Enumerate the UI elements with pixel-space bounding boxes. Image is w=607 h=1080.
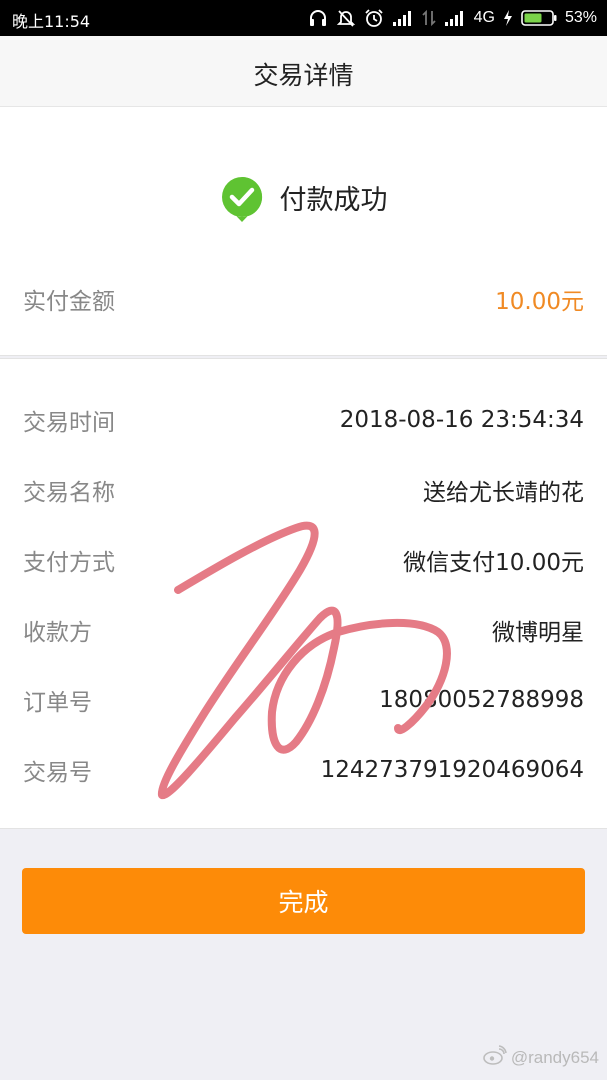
payment-status-text: 付款成功 [279,184,388,216]
detail-row-payment-method: 支付方式 微信支付10.00元 [23,540,584,580]
signal-icon [392,9,414,27]
detail-value: 2018-08-16 23:54:34 [339,407,584,433]
amount-value: 10.00元 [495,289,584,315]
status-icons: 4G 53% [308,6,597,30]
watermark-text: @randy654 [510,1047,599,1067]
weibo-icon [483,1045,507,1070]
amount-row: 实付金额 10.00元 [23,279,584,319]
detail-row-payee: 收款方 微博明星 [23,610,584,650]
detail-label: 支付方式 [23,550,115,576]
detail-value: 送给尤长靖的花 [423,480,584,506]
headphones-icon [308,8,328,28]
payment-summary-card: 付款成功 实付金额 10.00元 [0,107,607,356]
detail-value: 微信支付10.00元 [403,550,584,576]
signal-icon-2 [444,9,466,27]
detail-value: 124273791920469064 [320,757,584,783]
charging-icon [503,9,513,27]
detail-label: 订单号 [23,690,92,716]
detail-value: 微博明星 [492,620,584,646]
detail-label: 交易时间 [23,410,115,436]
detail-row-transaction-number: 交易号 124273791920469064 [23,750,584,790]
network-type: 4G [473,9,495,26]
status-time: 晚上11:54 [12,12,91,31]
data-transfer-icon [421,9,436,27]
detail-label: 收款方 [23,620,92,646]
success-check-icon [220,175,264,223]
watermark: @randy654 [483,1045,599,1070]
detail-value: 18080052788998 [379,687,584,713]
alarm-icon [364,8,384,28]
battery-percent: 53% [564,9,597,26]
payment-status: 付款成功 [0,175,607,223]
battery-icon [521,9,557,27]
detail-label: 交易名称 [23,480,115,506]
done-button[interactable]: 完成 [22,868,585,934]
status-bar: 晚上11:54 4G 53% [0,0,607,36]
page-title: 交易详情 [253,61,354,90]
nav-bar: 交易详情 [0,36,607,107]
notifications-off-icon [336,8,356,28]
amount-label: 实付金额 [23,289,115,315]
transaction-details-card: 交易时间 2018-08-16 23:54:34 交易名称 送给尤长靖的花 支付… [0,358,607,829]
detail-row-time: 交易时间 2018-08-16 23:54:34 [23,400,584,440]
detail-label: 交易号 [23,760,92,786]
detail-row-order-number: 订单号 18080052788998 [23,680,584,720]
detail-row-name: 交易名称 送给尤长靖的花 [23,470,584,510]
